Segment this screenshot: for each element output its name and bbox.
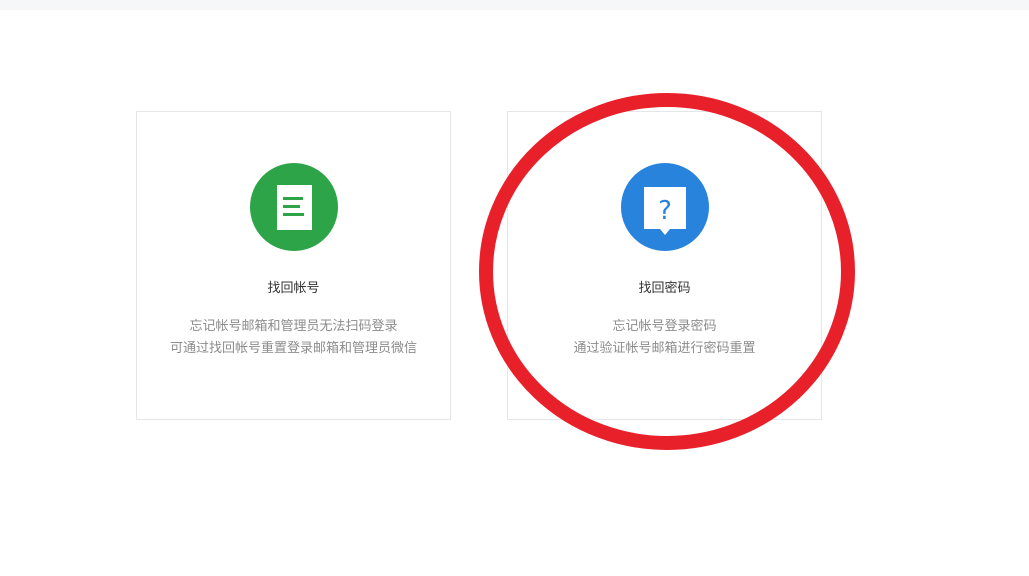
card-description: 可通过找回帐号重置登录邮箱和管理员微信: [169, 341, 417, 356]
question-bubble-icon: ?: [621, 163, 709, 251]
recover-account-card[interactable]: 找回帐号 忘记帐号邮箱和管理员无法扫码登录 可通过找回帐号重置登录邮箱和管理员微…: [136, 111, 451, 420]
card-description: 忘记帐号登录密码: [612, 319, 717, 334]
recover-password-card[interactable]: ? 找回密码 忘记帐号登录密码 通过验证帐号邮箱进行密码重置: [507, 111, 822, 420]
document-icon: [250, 163, 338, 251]
card-description: 忘记帐号邮箱和管理员无法扫码登录: [189, 319, 398, 334]
card-title: 找回帐号: [267, 281, 320, 296]
page: 找回帐号 忘记帐号邮箱和管理员无法扫码登录 可通过找回帐号重置登录邮箱和管理员微…: [0, 0, 1029, 576]
card-description: 通过验证帐号邮箱进行密码重置: [573, 341, 756, 356]
svg-text:?: ?: [658, 196, 672, 226]
card-title: 找回密码: [638, 281, 691, 296]
top-bar: [0, 0, 1029, 10]
